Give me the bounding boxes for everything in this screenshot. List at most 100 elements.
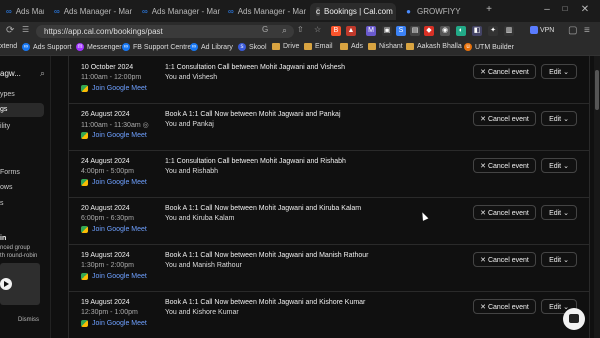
reload-icon[interactable]: ⟳ bbox=[6, 25, 14, 36]
vpn-icon bbox=[530, 26, 538, 34]
bookmark-item[interactable]: xtend bbox=[0, 43, 17, 50]
tab-1[interactable]: ∞ Ads Manager - Manag bbox=[48, 3, 132, 20]
tab-3[interactable]: ∞ Ads Manager - Manag bbox=[222, 3, 306, 20]
sidebar-item-availability[interactable]: ility bbox=[0, 123, 10, 130]
cancel-event-button[interactable]: ✕ Cancel event bbox=[473, 205, 536, 220]
booking-time: 4:00pm - 5:00pm bbox=[81, 168, 134, 175]
booking-date: 26 August 2024 bbox=[81, 111, 130, 118]
cancel-label: Cancel event bbox=[487, 163, 529, 170]
bookmark-item[interactable]: Ads bbox=[340, 43, 363, 50]
edit-dropdown-button[interactable]: Edit ⌄ bbox=[541, 252, 577, 267]
maximize-icon[interactable]: □ bbox=[558, 4, 572, 13]
search-icon[interactable]: ⌕ bbox=[282, 25, 287, 36]
dismiss-button[interactable]: Dismiss bbox=[18, 317, 39, 323]
sidebar-icon[interactable]: ▥ bbox=[504, 26, 514, 36]
close-window-icon[interactable]: ✕ bbox=[578, 4, 592, 15]
extension-icon[interactable]: ◉ bbox=[440, 26, 450, 36]
cancel-event-button[interactable]: ✕ Cancel event bbox=[473, 299, 536, 314]
wallet-icon[interactable]: ▢ bbox=[568, 25, 577, 36]
site-info-icon[interactable]: ☰ bbox=[22, 25, 29, 34]
tab-0[interactable]: ∞ Ads Manager - Manag bbox=[0, 3, 44, 20]
translate-icon[interactable]: G bbox=[262, 25, 268, 34]
join-meet-link[interactable]: Join Google Meet bbox=[81, 320, 147, 327]
booking-row[interactable]: 26 August 2024 11:00am - 11:30am ◎ Join … bbox=[69, 103, 589, 151]
bookmark-item[interactable]: ∞ Ads Support bbox=[22, 43, 72, 51]
join-meet-link[interactable]: Join Google Meet bbox=[81, 226, 147, 233]
play-icon[interactable] bbox=[0, 278, 12, 290]
join-meet-link[interactable]: Join Google Meet bbox=[81, 132, 147, 139]
brave-rewards-icon[interactable]: ▲ bbox=[346, 26, 356, 36]
puzzle-icon[interactable]: ✦ bbox=[488, 26, 498, 36]
bookmark-label: Email bbox=[315, 43, 333, 50]
sidebar-item-event-types[interactable]: ypes bbox=[0, 91, 15, 98]
sidebar-item-bookings[interactable]: gs bbox=[0, 103, 44, 117]
tab-label: Ads Manager - Manag bbox=[237, 7, 306, 16]
extension-icon[interactable]: ◐ bbox=[456, 26, 466, 36]
utm-icon: u bbox=[464, 43, 472, 51]
scrollbar-thumb[interactable] bbox=[595, 70, 599, 110]
edit-label: Edit bbox=[549, 116, 562, 123]
meta-icon: ∞ bbox=[228, 7, 234, 16]
bookmark-item[interactable]: Email bbox=[304, 43, 333, 50]
extension-icon[interactable]: S bbox=[396, 26, 406, 36]
tab-label: Ads Manager - Manag bbox=[63, 7, 132, 16]
google-meet-icon bbox=[81, 273, 88, 280]
cancel-event-button[interactable]: ✕ Cancel event bbox=[473, 252, 536, 267]
tab-2[interactable]: ∞ Ads Manager - Manag bbox=[136, 3, 220, 20]
bookmark-item[interactable]: ∞ Ad Library bbox=[190, 43, 233, 51]
booking-attendees: You and Kishore Kumar bbox=[165, 309, 239, 316]
vpn-button[interactable]: VPN bbox=[530, 26, 554, 34]
edit-dropdown-button[interactable]: Edit ⌄ bbox=[541, 158, 577, 173]
minimize-icon[interactable]: – bbox=[540, 4, 554, 15]
meet-label: Join Google Meet bbox=[92, 273, 147, 280]
booking-time: 11:00am - 11:30am ◎ bbox=[81, 121, 149, 129]
vpn-label: VPN bbox=[539, 26, 555, 34]
bookmark-item[interactable]: Nishant bbox=[368, 43, 403, 50]
extension-icon[interactable]: M bbox=[366, 26, 376, 36]
edit-label: Edit bbox=[549, 210, 562, 217]
booking-time: 1:30pm - 2:00pm bbox=[81, 262, 134, 269]
url-field[interactable]: https://app.cal.com/bookings/past bbox=[36, 25, 294, 38]
cancel-event-button[interactable]: ✕ Cancel event bbox=[473, 64, 536, 79]
booking-row[interactable]: 20 August 2024 6:00pm - 6:30pm Join Goog… bbox=[69, 197, 589, 245]
new-tab-icon[interactable]: + bbox=[482, 4, 496, 15]
extension-icon[interactable]: ◆ bbox=[424, 26, 434, 36]
edit-dropdown-button[interactable]: Edit ⌄ bbox=[541, 205, 577, 220]
promo-video-thumbnail[interactable] bbox=[0, 263, 40, 305]
booking-row[interactable]: 10 October 2024 11:00am - 12:00pm Join G… bbox=[69, 56, 589, 104]
bookmark-item[interactable]: Drive bbox=[272, 43, 299, 50]
edit-dropdown-button[interactable]: Edit ⌄ bbox=[541, 64, 577, 79]
share-icon[interactable]: ⇧ bbox=[297, 25, 304, 34]
join-meet-link[interactable]: Join Google Meet bbox=[81, 179, 147, 186]
bookmark-icon[interactable]: ☆ bbox=[314, 25, 321, 34]
join-meet-link[interactable]: Join Google Meet bbox=[81, 85, 147, 92]
search-icon[interactable]: ⌕ bbox=[40, 68, 45, 79]
cancel-label: Cancel event bbox=[487, 116, 529, 123]
cancel-label: Cancel event bbox=[487, 210, 529, 217]
bookmark-item[interactable]: m Messenger bbox=[76, 43, 122, 51]
booking-row[interactable]: 19 August 2024 12:30pm - 1:00pm Join Goo… bbox=[69, 291, 589, 338]
cancel-event-button[interactable]: ✕ Cancel event bbox=[473, 158, 536, 173]
sidebar-item-insights[interactable]: s bbox=[0, 200, 4, 207]
join-meet-link[interactable]: Join Google Meet bbox=[81, 273, 147, 280]
user-name[interactable]: agw... bbox=[0, 69, 21, 78]
brave-shield-icon[interactable]: B bbox=[331, 26, 341, 36]
tab-growfiyy[interactable]: ● GROWFIYY bbox=[398, 3, 476, 20]
sidebar-item-routing-forms[interactable]: Forms bbox=[0, 169, 20, 176]
bookmark-item[interactable]: Aakash Bhalla bbox=[406, 43, 462, 50]
cancel-event-button[interactable]: ✕ Cancel event bbox=[473, 111, 536, 126]
chat-support-button[interactable] bbox=[563, 308, 585, 330]
extension-icon[interactable]: ▣ bbox=[382, 26, 392, 36]
edit-dropdown-button[interactable]: Edit ⌄ bbox=[541, 111, 577, 126]
bookmark-item[interactable]: u UTM Builder bbox=[464, 43, 514, 51]
bookmark-item[interactable]: ∞ FB Support Centre bbox=[122, 43, 191, 51]
menu-icon[interactable]: ≡ bbox=[584, 25, 590, 36]
bookmark-item[interactable]: s Skool bbox=[238, 43, 267, 51]
extension-icon[interactable]: ◧ bbox=[472, 26, 482, 36]
tab-bookings[interactable]: c Bookings | Cal.com ✕ bbox=[310, 3, 396, 20]
sidebar-item-workflows[interactable]: ows bbox=[0, 184, 12, 191]
extension-icon[interactable]: ▤ bbox=[410, 26, 420, 36]
booking-row[interactable]: 19 August 2024 1:30pm - 2:00pm Join Goog… bbox=[69, 244, 589, 292]
booking-row[interactable]: 24 August 2024 4:00pm - 5:00pm Join Goog… bbox=[69, 150, 589, 198]
meet-label: Join Google Meet bbox=[92, 226, 147, 233]
